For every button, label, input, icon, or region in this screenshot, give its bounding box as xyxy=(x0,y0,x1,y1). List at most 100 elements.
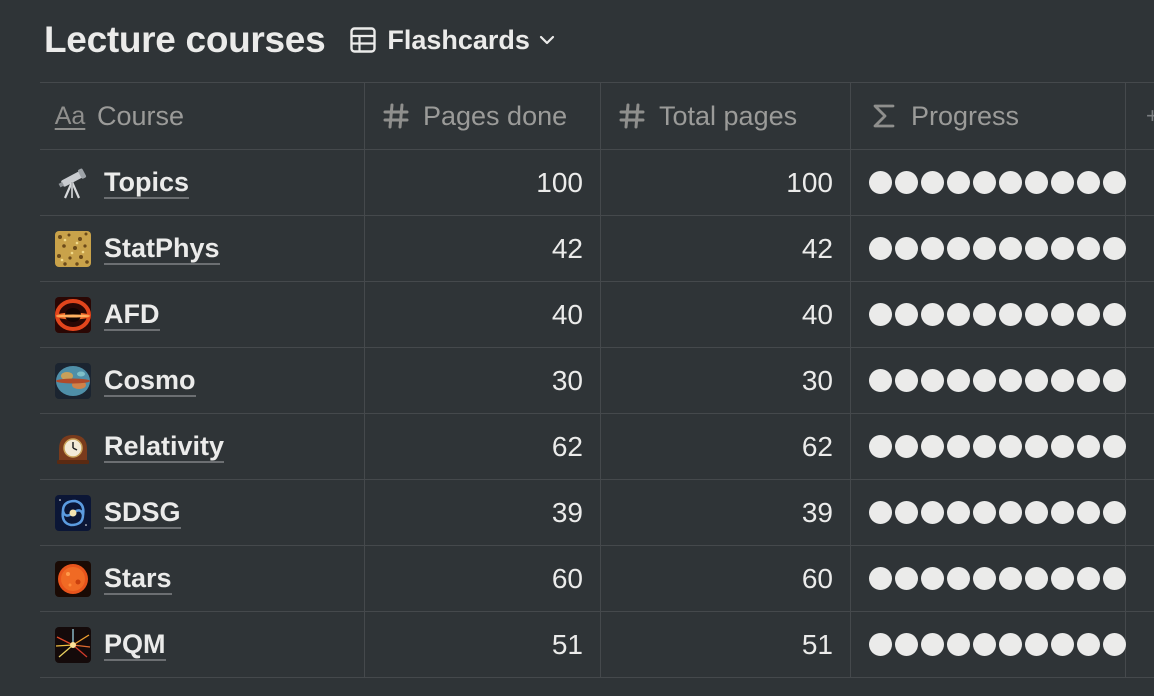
progress-dot-filled xyxy=(869,435,892,458)
total-pages-cell[interactable]: 60 xyxy=(601,546,851,611)
progress-dot-filled xyxy=(895,237,918,260)
course-name-link[interactable]: Relativity xyxy=(104,431,225,463)
progress-dot-filled xyxy=(1077,567,1100,590)
table-row[interactable]: Stars 60 60 xyxy=(40,546,1154,612)
pages-done-cell[interactable]: 42 xyxy=(365,216,601,281)
pages-done-cell[interactable]: 30 xyxy=(365,348,601,413)
progress-dot-filled xyxy=(1025,435,1048,458)
course-name-link[interactable]: Stars xyxy=(104,563,172,595)
course-name-link[interactable]: StatPhys xyxy=(104,233,220,265)
particles-image-icon xyxy=(55,230,91,267)
progress-dot-filled xyxy=(869,171,892,194)
course-cell[interactable]: StatPhys xyxy=(40,216,365,281)
table-row[interactable]: Relativity 62 62 xyxy=(40,414,1154,480)
course-cell[interactable]: AFD xyxy=(40,282,365,347)
total-pages-cell[interactable]: 100 xyxy=(601,150,851,215)
mantel-clock-icon xyxy=(55,429,91,465)
total-pages-cell[interactable]: 62 xyxy=(601,414,851,479)
pages-done-cell[interactable]: 40 xyxy=(365,282,601,347)
progress-dot-filled xyxy=(947,633,970,656)
total-pages-cell[interactable]: 40 xyxy=(601,282,851,347)
progress-dot-filled xyxy=(1051,633,1074,656)
progress-dot-filled xyxy=(869,303,892,326)
table-row[interactable]: Topics 100 100 xyxy=(40,150,1154,216)
progress-cell xyxy=(851,348,1126,413)
page-title: Lecture courses xyxy=(44,19,326,60)
pages-done-cell[interactable]: 100 xyxy=(365,150,601,215)
course-cell[interactable]: Stars xyxy=(40,546,365,611)
table-row[interactable]: PQM 51 51 xyxy=(40,612,1154,678)
total-pages-cell[interactable]: 51 xyxy=(601,612,851,677)
progress-cell xyxy=(851,612,1126,677)
course-cell[interactable]: PQM xyxy=(40,612,365,677)
pages-done-cell[interactable]: 60 xyxy=(365,546,601,611)
plus-icon: + xyxy=(1146,103,1154,128)
progress-dot-filled xyxy=(973,501,996,524)
progress-dot-filled xyxy=(973,369,996,392)
row-end-cell xyxy=(1126,348,1154,413)
database-header: Lecture courses Flashcards xyxy=(44,14,558,66)
total-pages-cell[interactable]: 30 xyxy=(601,348,851,413)
table-row[interactable]: Cosmo 30 30 xyxy=(40,348,1154,414)
column-header-pages-done[interactable]: Pages done xyxy=(365,83,601,149)
progress-dot-filled xyxy=(895,633,918,656)
course-cell[interactable]: Cosmo xyxy=(40,348,365,413)
column-header-total-pages[interactable]: Total pages xyxy=(601,83,851,149)
progress-dot-filled xyxy=(1077,303,1100,326)
course-cell[interactable]: SDSG xyxy=(40,480,365,545)
column-header-course[interactable]: Aa Course xyxy=(40,83,365,149)
progress-dot-filled xyxy=(921,633,944,656)
progress-dot-filled xyxy=(921,171,944,194)
progress-dot-filled xyxy=(973,237,996,260)
progress-dot-filled xyxy=(1103,567,1126,590)
progress-cell xyxy=(851,216,1126,281)
cmb-map-image-icon xyxy=(55,362,91,399)
progress-dot-filled xyxy=(1077,369,1100,392)
progress-dots xyxy=(869,501,1126,524)
progress-dot-filled xyxy=(947,435,970,458)
total-pages-cell[interactable]: 42 xyxy=(601,216,851,281)
table-row[interactable]: SDSG 39 39 xyxy=(40,480,1154,546)
progress-dot-filled xyxy=(1051,237,1074,260)
table-row[interactable]: AFD 40 40 xyxy=(40,282,1154,348)
progress-cell xyxy=(851,480,1126,545)
column-header-progress[interactable]: Progress xyxy=(851,83,1126,149)
progress-dot-filled xyxy=(973,171,996,194)
pages-done-cell[interactable]: 51 xyxy=(365,612,601,677)
progress-dot-filled xyxy=(921,237,944,260)
course-cell[interactable]: Topics xyxy=(40,150,365,215)
progress-dot-filled xyxy=(895,435,918,458)
course-cell[interactable]: Relativity xyxy=(40,414,365,479)
total-pages-cell[interactable]: 39 xyxy=(601,480,851,545)
progress-cell xyxy=(851,282,1126,347)
progress-dot-filled xyxy=(1077,633,1100,656)
progress-dot-filled xyxy=(999,501,1022,524)
pages-done-cell[interactable]: 39 xyxy=(365,480,601,545)
course-name-link[interactable]: Cosmo xyxy=(104,365,196,397)
progress-dot-filled xyxy=(1103,369,1126,392)
progress-dot-filled xyxy=(999,303,1022,326)
progress-dot-filled xyxy=(921,369,944,392)
row-end-cell xyxy=(1126,282,1154,347)
table-row[interactable]: StatPhys 42 42 xyxy=(40,216,1154,282)
course-name-link[interactable]: PQM xyxy=(104,629,166,661)
progress-dot-filled xyxy=(921,435,944,458)
progress-dot-filled xyxy=(1051,567,1074,590)
course-name-link[interactable]: Topics xyxy=(104,167,190,199)
pages-done-cell[interactable]: 62 xyxy=(365,414,601,479)
progress-dots xyxy=(869,633,1126,656)
progress-dot-filled xyxy=(999,633,1022,656)
progress-dot-filled xyxy=(869,237,892,260)
progress-dot-filled xyxy=(1103,435,1126,458)
course-name-link[interactable]: SDSG xyxy=(104,497,181,529)
view-switcher[interactable]: Flashcards xyxy=(349,20,558,60)
progress-dot-filled xyxy=(999,567,1022,590)
row-end-cell xyxy=(1126,546,1154,611)
add-column-button[interactable]: + xyxy=(1126,83,1154,149)
telescope-icon xyxy=(55,165,91,201)
progress-dot-filled xyxy=(1077,237,1100,260)
course-name-link[interactable]: AFD xyxy=(104,299,160,331)
progress-dot-filled xyxy=(921,567,944,590)
progress-dot-filled xyxy=(947,237,970,260)
progress-dot-filled xyxy=(1051,171,1074,194)
